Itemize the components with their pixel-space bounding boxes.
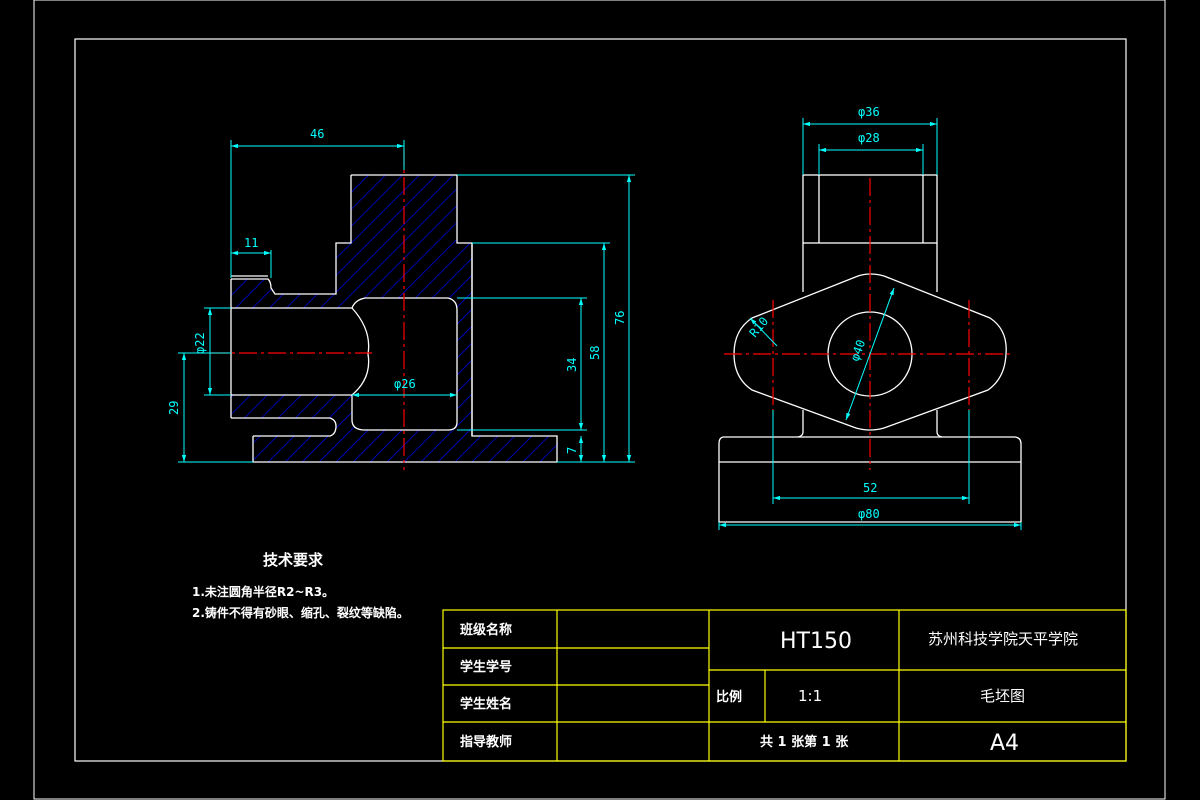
dim-7: 7 [565,447,579,454]
dim-46: 46 [310,127,324,141]
label-teacher: 指导教师 [460,734,512,750]
drawing-name: 毛坯图 [980,687,1025,705]
drawing-sheet: 46 11 76 58 34 7 29 φ22 φ26 φ36 φ28 R10 … [33,0,1166,800]
notes-title: 技术要求 [263,551,324,569]
notes-line-1: 1.未注圆角半径R2~R3。 [192,584,334,599]
dim-phi80: φ80 [858,507,880,521]
sheet-info: 共 1 张第 1 张 [760,734,849,750]
dim-11: 11 [244,236,258,250]
dim-phi28: φ28 [858,131,880,145]
label-scale: 比例 [716,689,742,705]
notes-line-2: 2.铸件不得有砂眼、缩孔、裂纹等缺陷。 [192,605,409,620]
school-name: 苏州科技学院天平学院 [928,630,1078,648]
front-view [210,148,558,470]
dim-phi40: φ40 [848,338,869,363]
label-student-name: 学生姓名 [460,696,512,712]
dim-phi26: φ26 [394,377,416,391]
paper-size: A4 [990,731,1019,756]
dim-34: 34 [565,358,579,372]
paper-edge [33,0,1166,800]
dim-29: 29 [167,401,181,415]
material-value: HT150 [780,629,852,654]
dim-58: 58 [588,346,602,360]
front-view-groove [253,420,336,436]
title-block-text: 班级名称 学生学号 学生姓名 指导教师 HT150 苏州科技学院天平学院 比例 … [460,622,1078,756]
technical-notes: 技术要求 1.未注圆角半径R2~R3。 2.铸件不得有砂眼、缩孔、裂纹等缺陷。 [192,551,409,620]
label-class-name: 班级名称 [460,622,512,638]
dim-phi36: φ36 [858,105,880,119]
dim-52: 52 [863,481,877,495]
label-student-id: 学生学号 [460,659,512,675]
dim-phi22: φ22 [193,332,207,354]
scale-value: 1:1 [798,687,822,705]
dim-76: 76 [613,311,627,325]
front-view-bore-cavity [231,308,369,395]
